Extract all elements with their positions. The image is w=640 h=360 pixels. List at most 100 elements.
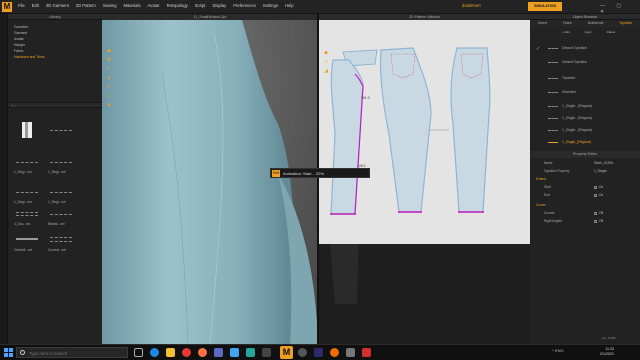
clock[interactable]: 11:33 2/1/2021 [600, 347, 614, 357]
transform-icon[interactable]: ✥ [106, 57, 112, 63]
marvelous-designer-icon[interactable]: M [280, 346, 293, 359]
thumbnail-stitch-2[interactable]: 1_Singl...ezt [14, 150, 42, 176]
menu-bar: M File Edit 3D Garment 2D Pattern Sewing… [0, 0, 640, 15]
object-browser-toolbar: + Add Copy Delete [530, 27, 640, 40]
simulation-mode-button[interactable]: SIMULATION [528, 2, 562, 11]
menu-preferences[interactable]: Preferences [233, 3, 256, 8]
system-tray[interactable]: ^ ENG [552, 348, 564, 353]
library-item-hardware-trims[interactable]: Hardware and Trims [8, 54, 102, 60]
2d-lower-area [319, 234, 530, 344]
topstitch-item[interactable]: Default Topstitch [548, 60, 638, 66]
menu-help[interactable]: Help [285, 3, 294, 8]
stitch-line-icon [548, 129, 558, 131]
thumbnail-label: Coverst...ezt [48, 248, 66, 252]
3d-avatar-jeans[interactable] [102, 14, 318, 344]
avatar-icon[interactable]: ☺ [106, 93, 112, 99]
polygon-icon[interactable]: ▱ [323, 59, 329, 65]
tab-fabric[interactable]: Fabric [563, 20, 572, 27]
topstitch-item[interactable]: Default Topstitch [548, 46, 638, 52]
menu-avatar[interactable]: Avatar [148, 3, 160, 8]
menu-file[interactable]: File [18, 3, 25, 8]
pin-icon[interactable]: ● [106, 75, 112, 81]
menu-settings[interactable]: Settings [263, 3, 278, 8]
3d-garment-window[interactable]: 11_SmallVinatoc.Zpr ◆ ✥ ◐ ● ✎ ☺ ▲ [102, 14, 318, 344]
task-view-icon[interactable] [134, 348, 143, 357]
thumbnail-stitch-9[interactable]: Coverst...ezt [48, 228, 76, 254]
tab-scene[interactable]: Scene [538, 20, 547, 27]
copy-button[interactable]: Copy [582, 30, 594, 37]
menu-3d-garment[interactable]: 3D Garment [46, 3, 69, 8]
hanger-icon[interactable]: ▲ [106, 102, 112, 108]
2d-pattern-window[interactable]: 2D Pattern Window 101.9 128.2 ◆ ▱ ◢ [319, 14, 530, 344]
topstitch-item[interactable]: Seamline [548, 90, 638, 96]
chrome-icon[interactable] [182, 348, 191, 357]
taskbar-search[interactable] [16, 347, 128, 358]
section-corner[interactable]: Corner [534, 203, 638, 209]
property-end[interactable]: End On [534, 193, 638, 199]
progress-edit-icon: Edit [272, 170, 280, 177]
menu-sewing[interactable]: Sewing [103, 3, 117, 8]
media-player-icon[interactable] [330, 348, 339, 357]
stitch-line-icon [548, 105, 558, 107]
menu-display[interactable]: Display [212, 3, 226, 8]
windows-start-icon[interactable] [4, 348, 13, 357]
menu-2d-pattern[interactable]: 2D Pattern [76, 3, 96, 8]
thumbnail-stitch-1[interactable] [48, 120, 76, 146]
select-icon[interactable]: ◆ [106, 48, 112, 54]
topstitch-item[interactable]: 1_Single...(Regular) [548, 128, 638, 134]
premiere-icon[interactable] [314, 348, 323, 357]
thumbnail-stitch-8[interactable]: Overedt...ezt [14, 228, 42, 254]
mail-icon[interactable] [230, 348, 239, 357]
tab-topstitch[interactable]: Topstitch [619, 20, 632, 27]
thumbnail-stitch-3[interactable]: 1_Singl...ezt [48, 150, 76, 176]
thumbnail-label: Overedt...ezt [14, 248, 33, 252]
thumbnail-stitch-6[interactable]: 4_Dou...ezt [14, 202, 42, 228]
property-start[interactable]: Start On [534, 185, 638, 191]
property-topstitch[interactable]: Topstitch Property 1_Single... [534, 169, 638, 175]
brush-icon[interactable]: ✎ [106, 84, 112, 90]
dashed-line-icon [50, 162, 72, 163]
fold-icon[interactable]: ◐ [106, 66, 112, 72]
store-icon[interactable] [214, 348, 223, 357]
photos-icon[interactable] [246, 348, 255, 357]
topstitch-item-selected[interactable]: 1_Single_(Regular) [548, 140, 638, 146]
delete-button[interactable]: Delete [604, 30, 618, 37]
property-name[interactable]: Name Stitch_21390... [534, 161, 638, 167]
menu-materials[interactable]: Materials [124, 3, 141, 8]
user-account[interactable]: dolahmert [462, 3, 481, 8]
checkbox-icon[interactable] [594, 219, 597, 223]
checkbox-icon[interactable] [594, 211, 597, 215]
add-button[interactable]: + Add [560, 30, 572, 37]
topstitch-item[interactable]: Topstitch [548, 76, 638, 82]
folder-path[interactable]: \ ... [12, 104, 17, 108]
settings-icon[interactable] [346, 348, 355, 357]
menu-edit[interactable]: Edit [32, 3, 39, 8]
unknown-app-icon[interactable] [262, 348, 271, 357]
file-explorer-icon[interactable] [166, 348, 175, 357]
3d-toolbar: ◆ ✥ ◐ ● ✎ ☺ ▲ [106, 48, 113, 111]
topstitch-item[interactable]: 1_Single...(Regular) [548, 116, 638, 122]
overedge-icon [16, 238, 38, 240]
segment-icon[interactable]: ◢ [323, 68, 329, 74]
checkbox-icon[interactable] [594, 193, 597, 197]
menu-retopology[interactable]: Retopology [167, 3, 188, 8]
topstitch-item[interactable]: 1_Single...(Regular) [548, 104, 638, 110]
obs-icon[interactable] [298, 348, 307, 357]
property-curved[interactable]: Curved Off [534, 211, 638, 217]
section-extend[interactable]: Extend [534, 177, 638, 183]
clock-date: 2/1/2021 [600, 352, 614, 356]
stitch-line-icon [548, 141, 558, 143]
youtube-icon[interactable] [362, 348, 371, 357]
menu-script[interactable]: Script [195, 3, 206, 8]
thumbnail-label: 1_Singl...ezt [14, 170, 32, 174]
pattern-select-icon[interactable]: ◆ [323, 50, 329, 56]
edge-icon[interactable] [150, 348, 159, 357]
thumbnail-fabric[interactable] [14, 120, 42, 146]
property-right-angled[interactable]: Right Angled Off [534, 219, 638, 225]
firefox-icon[interactable] [198, 348, 207, 357]
search-input[interactable] [29, 349, 124, 357]
tab-buttonhole[interactable]: Buttonhole [588, 20, 604, 27]
stitch-line-icon [548, 117, 558, 119]
checkbox-icon[interactable] [594, 185, 597, 189]
thumbnail-stitch-7[interactable]: Blindst...ezt [48, 202, 76, 228]
